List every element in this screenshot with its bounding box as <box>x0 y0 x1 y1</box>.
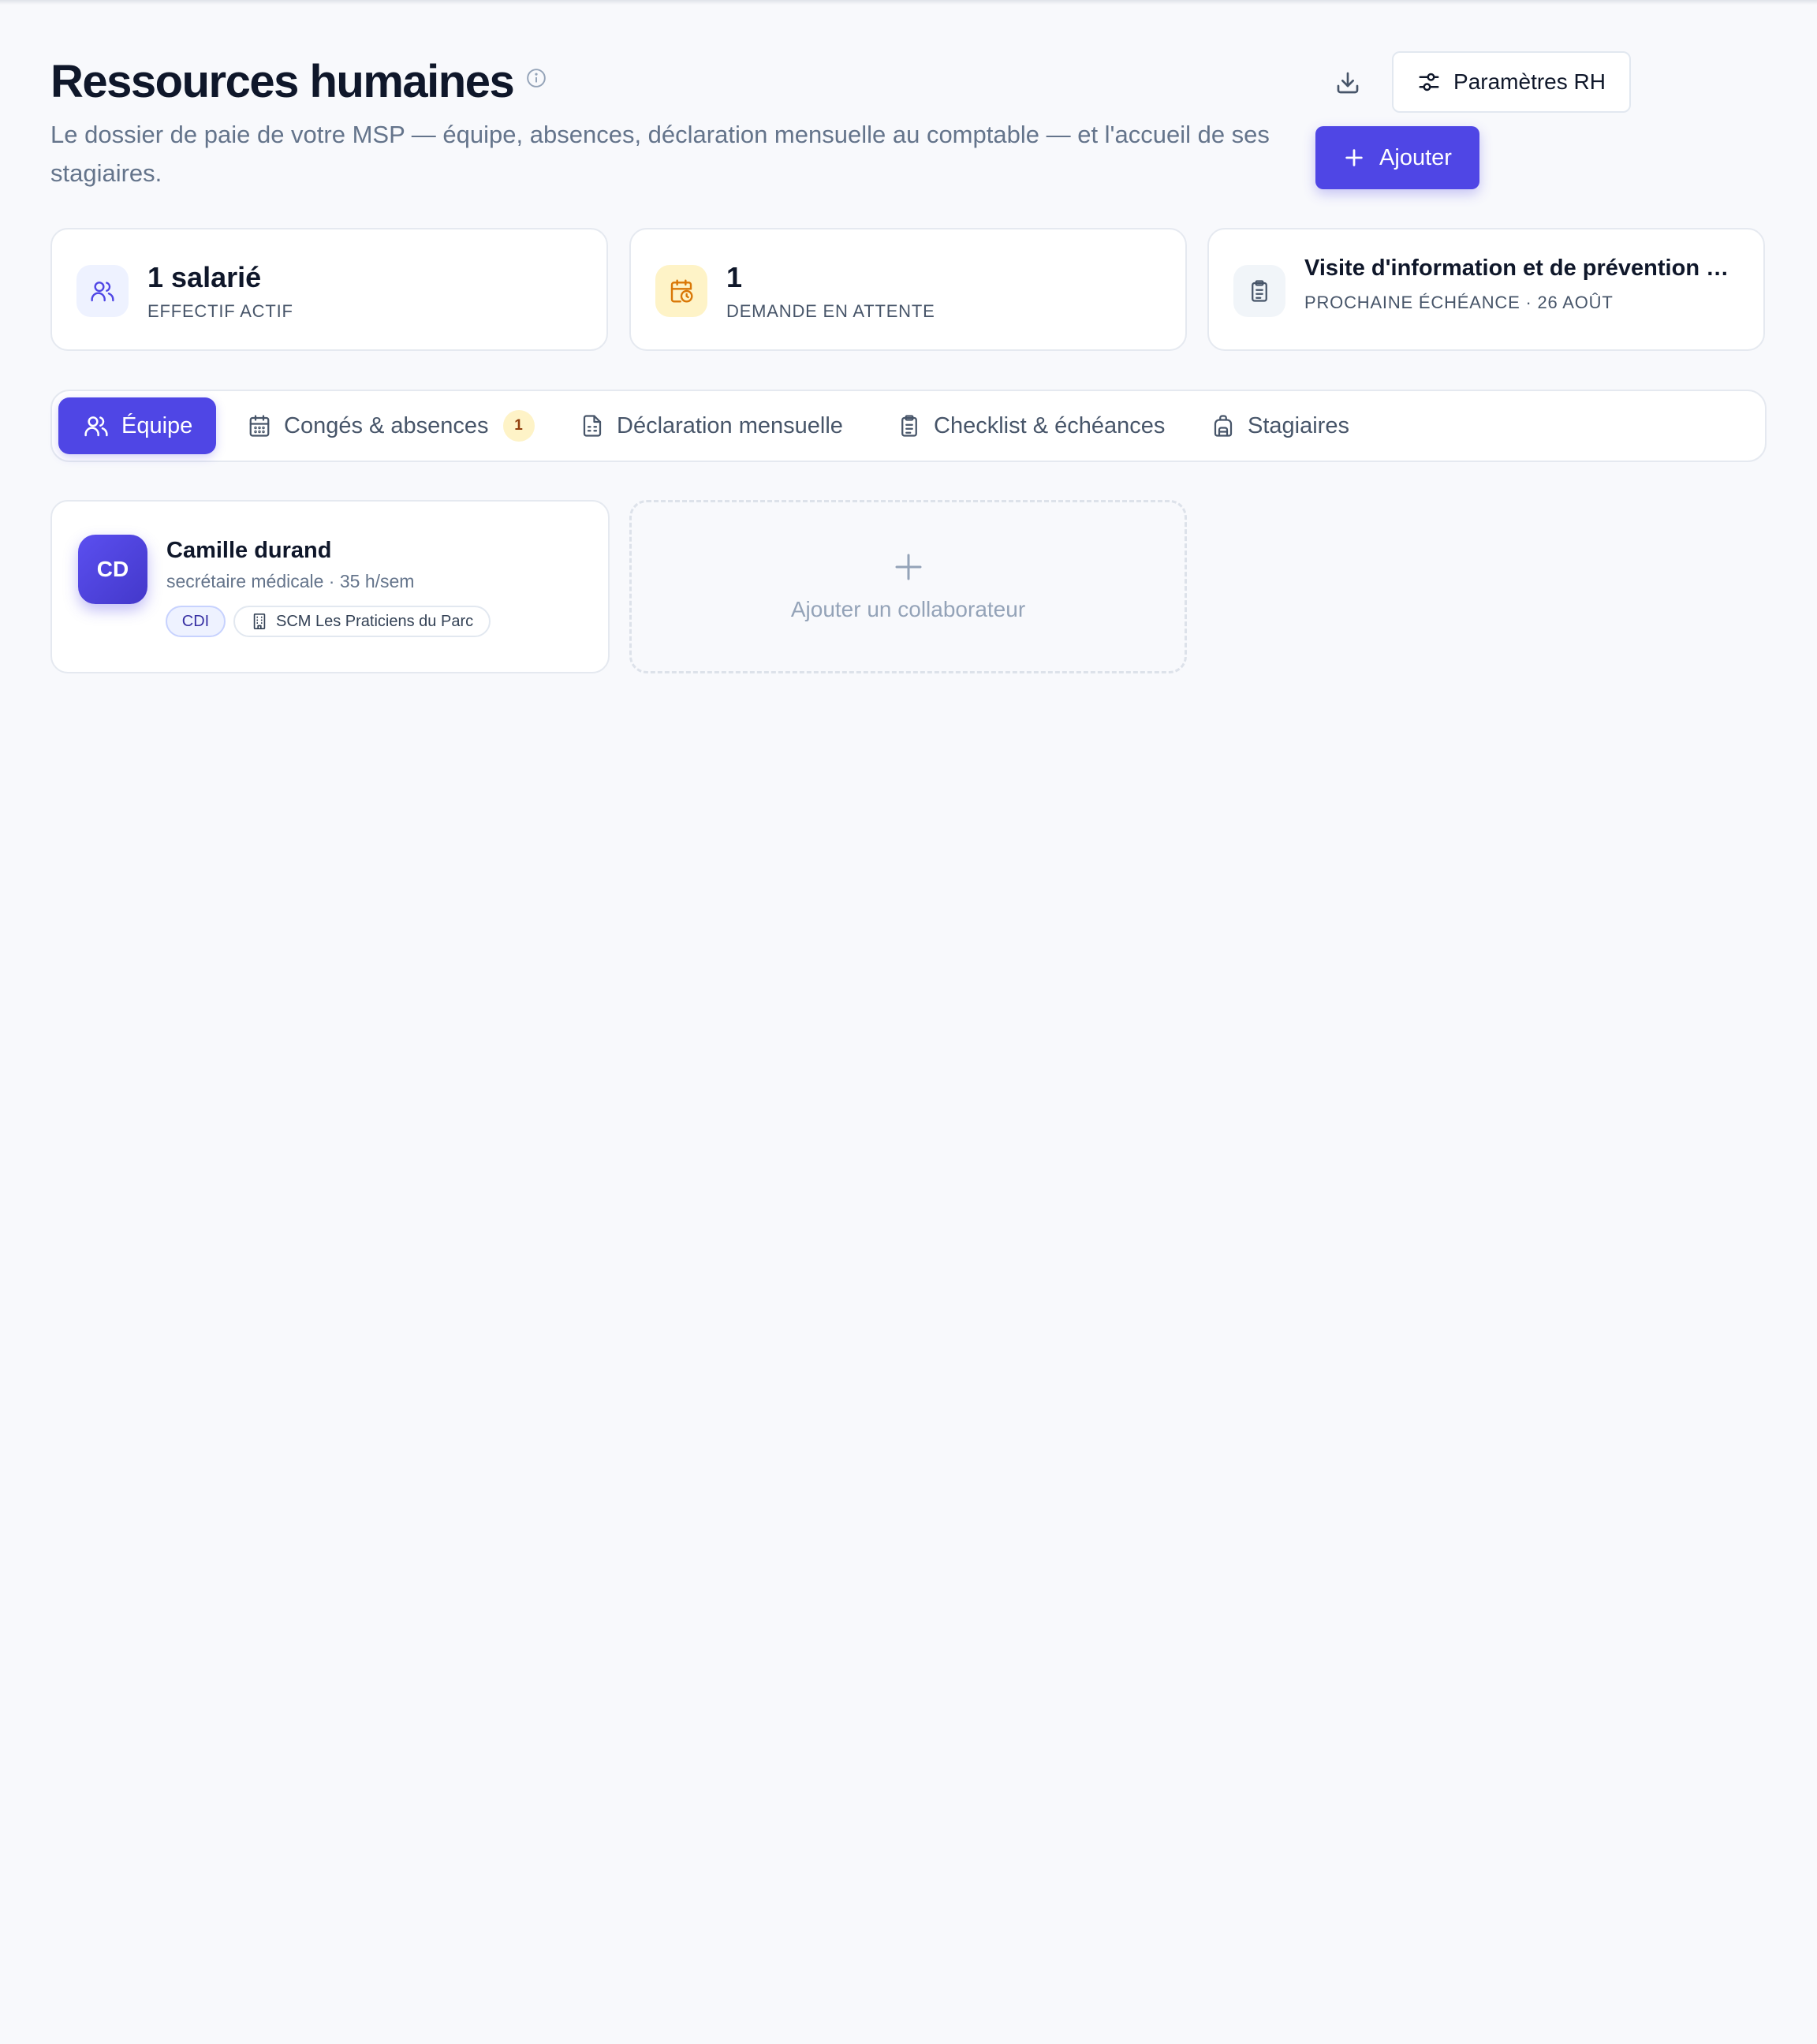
tab-checklist[interactable]: Checklist & échéances <box>897 397 1165 454</box>
users-icon <box>84 416 108 437</box>
tab-label: Déclaration mensuelle <box>617 412 843 438</box>
tab-bar: Équipe Congés & absences 1 Déclaration m… <box>50 390 1767 462</box>
info-icon[interactable] <box>526 68 547 88</box>
entity-badge-label: SCM Les Praticiens du Parc <box>276 612 474 630</box>
stat-label: PROCHAINE ÉCHÉANCE · 26 AOÛT <box>1304 293 1614 312</box>
add-button-label: Ajouter <box>1379 144 1452 170</box>
page-title-text: Ressources humaines <box>50 56 515 107</box>
tab-label: Stagiaires <box>1248 412 1349 438</box>
calendar-icon <box>249 415 270 437</box>
stat-label: EFFECTIF ACTIF <box>147 301 293 321</box>
contract-badge: CDI <box>166 606 226 637</box>
stat-card-next-deadline[interactable]: Visite d'information et de prévention — … <box>1207 228 1765 351</box>
stat-card-pending-requests[interactable]: 1 DEMANDE EN ATTENTE <box>629 228 1187 351</box>
hr-settings-button[interactable]: Paramètres RH <box>1392 51 1631 113</box>
tab-label: Congés & absences <box>284 412 489 438</box>
stat-card-headcount: 1 salarié EFFECTIF ACTIF <box>50 228 608 351</box>
plus-icon <box>895 554 921 580</box>
stat-value: Visite d'information et de prévention — … <box>1304 255 1750 281</box>
pending-count-badge: 1 <box>502 410 535 442</box>
add-button[interactable]: Ajouter <box>1315 126 1479 189</box>
add-collaborator-label: Ajouter un collaborateur <box>790 597 1026 621</box>
clipboard-list-icon <box>901 415 917 437</box>
contract-badge-label: CDI <box>181 612 210 630</box>
file-spreadsheet-icon <box>583 415 602 437</box>
employee-card[interactable]: CD Camille durand secrétaire médicale · … <box>50 500 610 673</box>
download-icon <box>1337 72 1359 94</box>
hr-settings-label: Paramètres RH <box>1453 69 1606 94</box>
stat-value: 1 salarié <box>147 261 262 293</box>
avatar: CD <box>78 535 147 604</box>
tab-label: Checklist & échéances <box>934 412 1166 438</box>
sliders-icon <box>1419 73 1439 91</box>
entity-badge: SCM Les Praticiens du Parc <box>233 606 491 637</box>
tab-leave[interactable]: Congés & absences 1 <box>248 397 535 454</box>
clipboard-icon <box>1233 265 1285 317</box>
tab-label: Équipe <box>121 412 193 438</box>
page-subtitle: Le dossier de paie de votre MSP — équipe… <box>50 121 1270 187</box>
users-icon <box>76 265 129 317</box>
page-title: Ressources humaines <box>50 55 547 108</box>
building-icon <box>253 614 266 629</box>
calendar-clock-icon <box>655 265 707 317</box>
top-shadow <box>0 0 1817 5</box>
employee-name: Camille durand <box>166 538 332 563</box>
tab-monthly-declaration[interactable]: Déclaration mensuelle <box>580 397 843 454</box>
tab-team[interactable]: Équipe <box>58 397 217 454</box>
employee-role: secrétaire médicale · 35 h/sem <box>166 571 415 591</box>
add-collaborator-card[interactable]: Ajouter un collaborateur <box>629 500 1187 673</box>
download-button[interactable] <box>1325 63 1371 103</box>
stat-label: DEMANDE EN ATTENTE <box>726 301 935 321</box>
plus-icon <box>1345 149 1363 166</box>
tab-interns[interactable]: Stagiaires <box>1211 397 1349 454</box>
stat-value: 1 <box>726 261 743 293</box>
backpack-icon <box>1214 415 1233 437</box>
